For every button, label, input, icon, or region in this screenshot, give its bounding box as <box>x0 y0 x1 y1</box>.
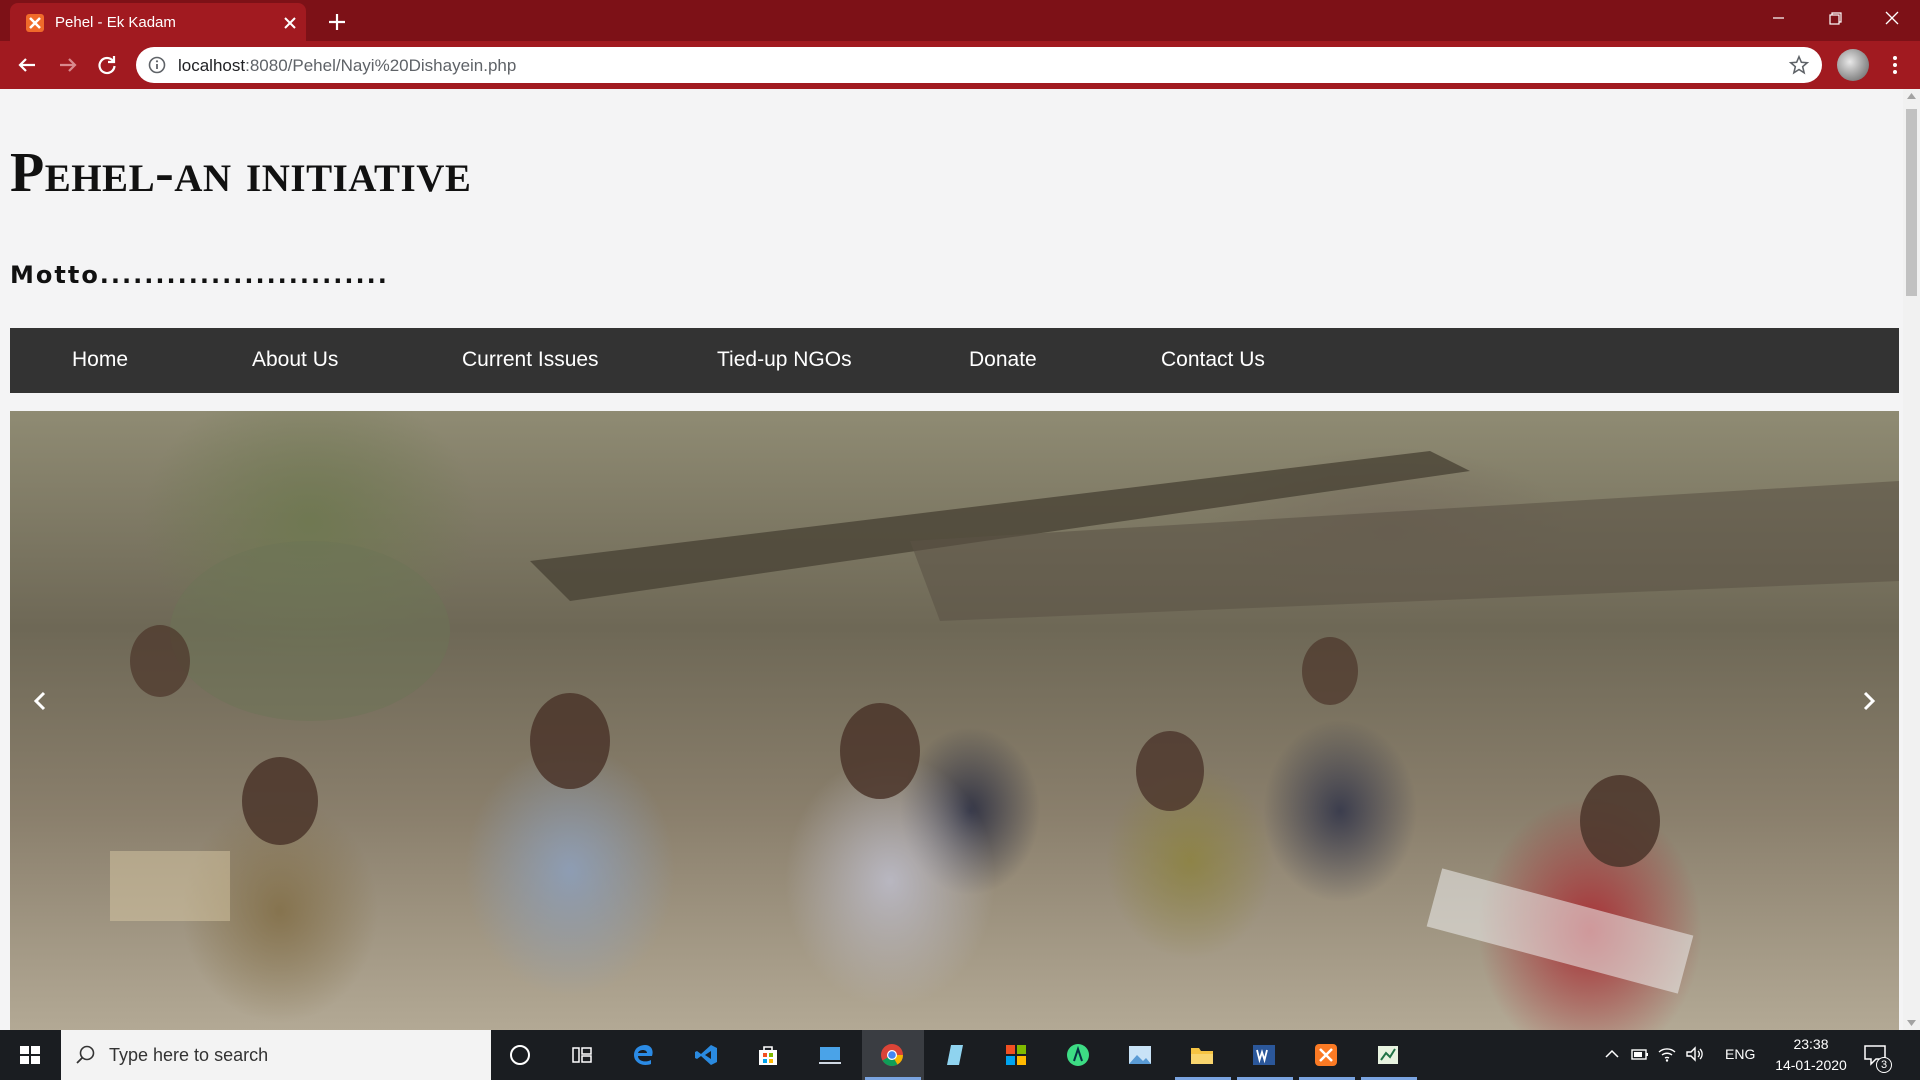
show-hidden-icons-icon[interactable] <box>1603 1045 1621 1063</box>
search-placeholder: Type here to search <box>109 1045 269 1065</box>
browser-toolbar: localhost:8080/Pehel/Nayi%20Dishayein.ph… <box>0 41 1920 89</box>
battery-icon[interactable] <box>1630 1045 1650 1063</box>
language-indicator[interactable]: ENG <box>1725 1046 1755 1062</box>
minimize-icon[interactable] <box>1749 0 1807 38</box>
vertical-scrollbar[interactable] <box>1903 89 1920 1030</box>
profile-avatar[interactable] <box>1837 49 1869 81</box>
kebab-menu-icon[interactable] <box>1882 52 1908 78</box>
tab-strip: Pehel - Ek Kadam <box>0 0 1920 41</box>
carousel-photo <box>110 451 1899 994</box>
volume-icon[interactable] <box>1685 1045 1705 1063</box>
xampp-favicon-icon <box>26 14 44 32</box>
reload-icon[interactable] <box>93 51 121 79</box>
close-tab-icon[interactable] <box>280 13 300 33</box>
nav-current-issues[interactable]: Current Issues <box>462 348 599 372</box>
url-text[interactable]: localhost:8080/Pehel/Nayi%20Dishayein.ph… <box>178 56 516 76</box>
notification-count-badge: 3 <box>1876 1057 1892 1073</box>
clock-date[interactable]: 14-01-2020 <box>1771 1057 1851 1073</box>
nav-home[interactable]: Home <box>72 348 128 372</box>
android-studio-icon[interactable] <box>1048 1030 1110 1080</box>
xampp-icon[interactable] <box>1296 1030 1358 1080</box>
nav-contact-us[interactable]: Contact Us <box>1161 348 1265 372</box>
carousel-prev-icon[interactable] <box>20 681 60 721</box>
clock-time[interactable]: 23:38 <box>1771 1036 1851 1052</box>
spreadsheet-icon[interactable] <box>1358 1030 1420 1080</box>
wifi-icon[interactable] <box>1657 1045 1677 1063</box>
scroll-down-icon[interactable] <box>1907 1020 1916 1026</box>
page-viewport: Pehel-an initiative Motto...............… <box>0 89 1903 1030</box>
main-navigation: Home About Us Current Issues Tied-up NGO… <box>10 328 1899 393</box>
forward-arrow-icon[interactable] <box>54 51 82 79</box>
taskbar-search-box[interactable]: Type here to search <box>61 1030 491 1080</box>
hero-carousel <box>10 411 1899 1030</box>
site-motto: Motto.......................... <box>10 261 389 289</box>
notes-icon[interactable] <box>924 1030 986 1080</box>
scrollbar-thumb[interactable] <box>1906 109 1917 296</box>
nav-about-us[interactable]: About Us <box>252 348 338 372</box>
address-bar[interactable]: localhost:8080/Pehel/Nayi%20Dishayein.ph… <box>136 47 1822 83</box>
remote-desktop-icon[interactable] <box>800 1030 862 1080</box>
windows-start-icon[interactable] <box>0 1030 60 1080</box>
restore-icon[interactable] <box>1806 0 1864 38</box>
tab-title: Pehel - Ek Kadam <box>55 14 176 31</box>
close-window-icon[interactable] <box>1863 0 1920 38</box>
cortana-icon[interactable] <box>490 1030 552 1080</box>
visual-studio-icon[interactable] <box>676 1030 738 1080</box>
store-icon[interactable] <box>738 1030 800 1080</box>
photos-icon[interactable] <box>1110 1030 1172 1080</box>
browser-tab[interactable]: Pehel - Ek Kadam <box>10 3 306 41</box>
windows-taskbar: Type here to search ENG 23:38 14-01-2020… <box>0 1030 1920 1080</box>
scroll-up-icon[interactable] <box>1907 93 1916 99</box>
file-explorer-icon[interactable] <box>1172 1030 1234 1080</box>
search-icon <box>76 1045 95 1064</box>
word-icon[interactable] <box>1234 1030 1296 1080</box>
carousel-next-icon[interactable] <box>1849 681 1889 721</box>
chrome-icon[interactable] <box>862 1030 924 1080</box>
nav-donate[interactable]: Donate <box>969 348 1037 372</box>
nav-tied-up-ngos[interactable]: Tied-up NGOs <box>717 348 852 372</box>
site-title: Pehel-an initiative <box>10 142 472 204</box>
info-icon[interactable] <box>148 56 166 74</box>
bookmark-star-icon[interactable] <box>1788 54 1810 76</box>
edge-icon[interactable] <box>614 1030 676 1080</box>
task-view-icon[interactable] <box>552 1030 614 1080</box>
back-arrow-icon[interactable] <box>13 51 41 79</box>
office-icon[interactable] <box>986 1030 1048 1080</box>
new-tab-icon[interactable] <box>325 10 349 34</box>
